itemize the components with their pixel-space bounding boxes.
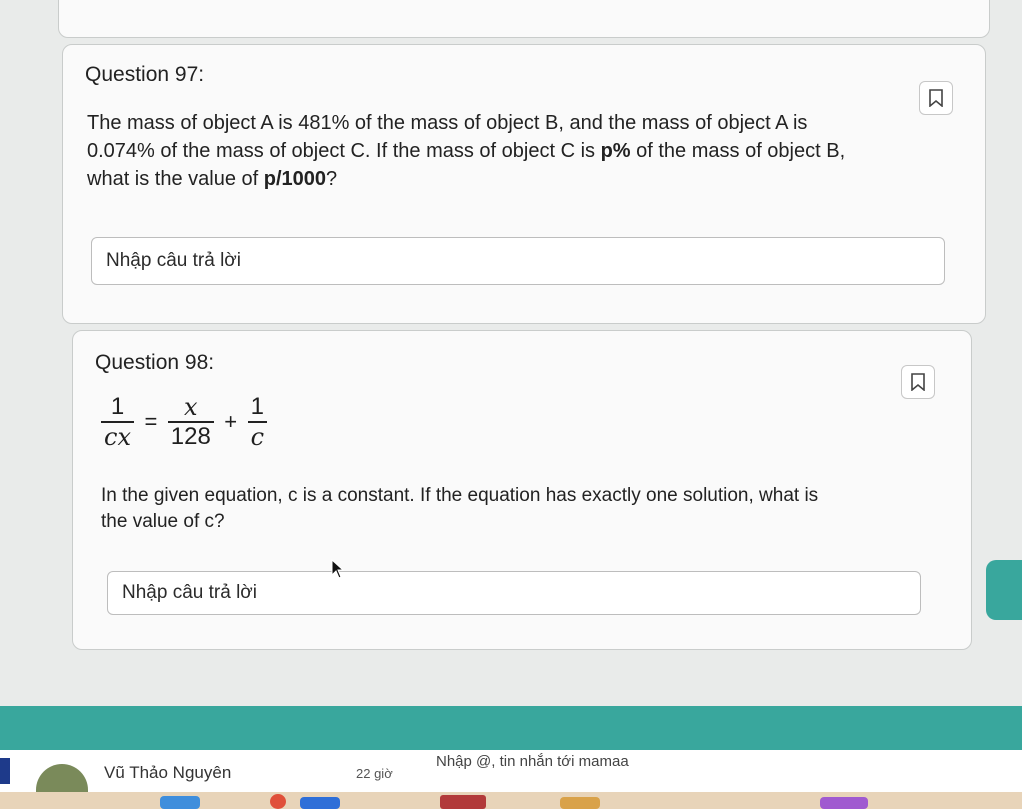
calendar-icon[interactable] (440, 795, 486, 809)
fraction-right: 1 c (247, 393, 268, 451)
chat-bar: Vũ Thảo Nguyên 22 giờ Nhập @, tin nhắn t… (0, 750, 1022, 792)
question-97-line-1: The mass of object A is 481% of the mass… (87, 112, 808, 134)
chat-timestamp: 22 giờ (356, 766, 393, 781)
question-98-card: Question 98: 1 cx = x 128 + 1 c In the g… (72, 330, 972, 650)
question-97-line-2: 0.074% of the mass of object C. If the m… (87, 140, 846, 162)
question-97-line-3: what is the value of p/1000? (87, 168, 338, 190)
question-97-card: Question 97: The mass of object A is 481… (62, 44, 986, 324)
question-97-title: Question 97: (85, 63, 205, 86)
dock-app-icon[interactable] (820, 797, 868, 809)
question-98-line-1: In the given equation, c is a constant. … (101, 485, 819, 506)
question-98-title: Question 98: (95, 351, 215, 374)
bookmark-icon[interactable] (919, 81, 953, 115)
question-98-line-2: the value of c? (101, 511, 225, 532)
avatar[interactable] (36, 764, 88, 792)
fraction-middle: x 128 (167, 393, 214, 451)
answer-input-q98[interactable]: Nhập câu trả lời (107, 571, 921, 615)
equation: 1 cx = x 128 + 1 c (101, 393, 268, 451)
dock-app-icon[interactable] (300, 797, 340, 809)
bookmark-icon[interactable] (901, 365, 935, 399)
question-97-text: The mass of object A is 481% of the mass… (87, 109, 845, 193)
dock-app-icon[interactable] (560, 797, 600, 809)
previous-question-card (58, 0, 990, 38)
chat-user-name: Vũ Thảo Nguyên (104, 763, 232, 782)
chat-indicator (0, 758, 10, 784)
taskbar-dock (0, 792, 1022, 809)
side-panel-tab[interactable] (986, 560, 1022, 620)
mouse-cursor-icon (331, 559, 345, 579)
answer-input-q97[interactable]: Nhập câu trả lời (91, 237, 945, 285)
question-98-text: In the given equation, c is a constant. … (101, 483, 818, 535)
dock-badge-icon (270, 794, 286, 809)
dock-app-icon[interactable] (160, 796, 200, 809)
chat-message-input[interactable]: Nhập @, tin nhắn tới mamaa (436, 753, 629, 770)
teal-banner (0, 706, 1022, 750)
fraction-left: 1 cx (101, 393, 134, 451)
